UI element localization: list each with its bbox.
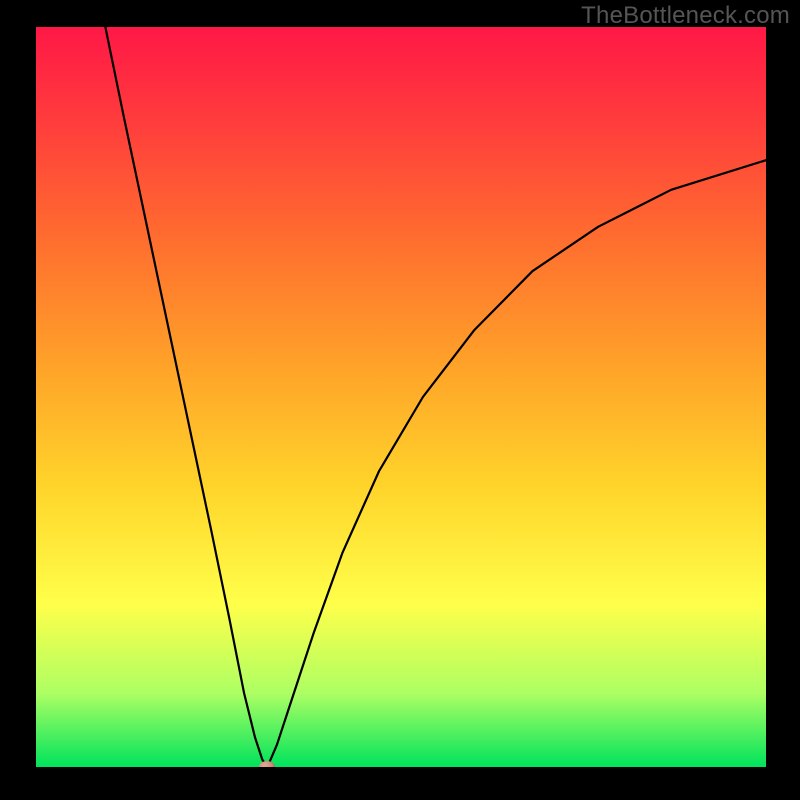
plot-area — [36, 27, 766, 767]
watermark-label: TheBottleneck.com — [581, 2, 790, 30]
chart-frame: TheBottleneck.com — [0, 0, 800, 800]
curve-right-branch — [267, 160, 766, 767]
bottleneck-curve — [36, 27, 766, 767]
curve-left-branch — [105, 27, 267, 767]
minimum-dot — [259, 761, 275, 767]
